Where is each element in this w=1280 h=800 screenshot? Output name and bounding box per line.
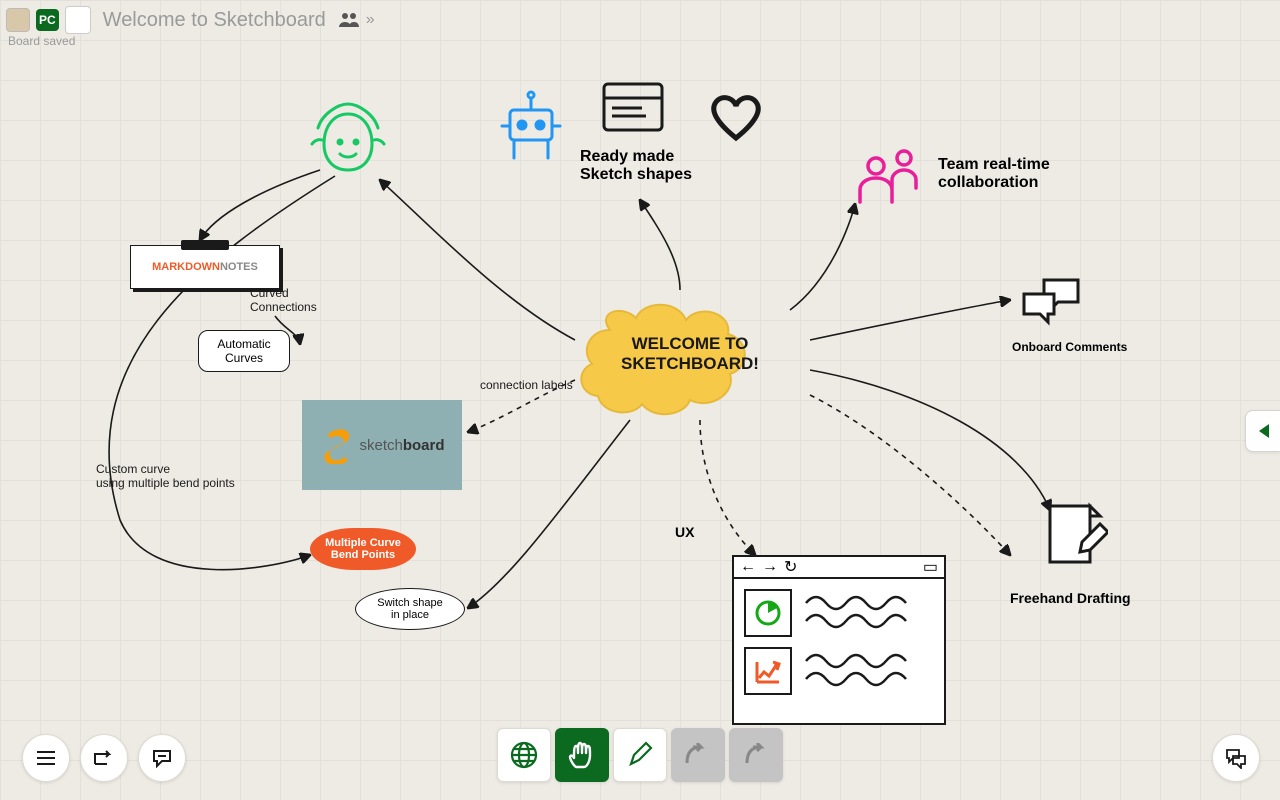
onboard-label: Onboard Comments: [1012, 340, 1127, 354]
board-title: Welcome to Sketchboard: [103, 9, 326, 32]
cloud-text-2: SKETCHBOARD!: [570, 354, 810, 374]
center-cloud[interactable]: WELCOME TO SKETCHBOARD!: [570, 290, 810, 420]
curved-label: CurvedConnections: [250, 286, 317, 314]
automatic-curves-box[interactable]: AutomaticCurves: [198, 330, 290, 372]
team-icon[interactable]: [338, 11, 360, 29]
freehand-label: Freehand Drafting: [1010, 590, 1131, 606]
comments-icon[interactable]: [1018, 274, 1084, 330]
pan-hand-button[interactable]: [555, 728, 609, 782]
switch-shape-ellipse[interactable]: Switch shapein place: [355, 588, 465, 630]
note-pencil-icon[interactable]: [1042, 498, 1108, 570]
draw-pencil-button[interactable]: [613, 728, 667, 782]
save-status: Board saved: [8, 34, 75, 48]
chat-button[interactable]: [1212, 734, 1260, 782]
board-chip[interactable]: [65, 6, 91, 34]
bend-points-pill[interactable]: Multiple CurveBend Points: [310, 528, 416, 570]
user-avatar[interactable]: [6, 8, 30, 32]
redo-button[interactable]: [729, 728, 783, 782]
ready-shapes-label: Ready madeSketch shapes: [580, 148, 692, 184]
team-people-icon[interactable]: [850, 144, 928, 208]
sketchboard-logo-card[interactable]: sketchboard: [302, 400, 462, 490]
cloud-text-1: WELCOME TO: [570, 334, 810, 354]
team-badge[interactable]: PC: [36, 9, 59, 31]
list-button[interactable]: [22, 734, 70, 782]
undo-button[interactable]: [671, 728, 725, 782]
expand-panel-button[interactable]: [1245, 410, 1280, 452]
ux-label: UX: [675, 524, 694, 540]
heart-icon[interactable]: [706, 92, 766, 144]
share-button[interactable]: [80, 734, 128, 782]
team-label: Team real-timecollaboration: [938, 156, 1050, 192]
robot-icon[interactable]: [496, 88, 566, 164]
globe-button[interactable]: [497, 728, 551, 782]
markdown-notes-card[interactable]: MARKDOWN NOTES: [130, 245, 280, 289]
browser-mock[interactable]: ←→↻▭: [732, 555, 946, 725]
person-sketch-icon[interactable]: [308, 100, 388, 180]
window-icon[interactable]: [600, 80, 666, 136]
custom-curve-label: Custom curveusing multiple bend points: [96, 462, 235, 490]
comment-button[interactable]: [138, 734, 186, 782]
more-icon[interactable]: »: [366, 11, 375, 29]
connection-labels-text: connection labels: [480, 378, 573, 392]
